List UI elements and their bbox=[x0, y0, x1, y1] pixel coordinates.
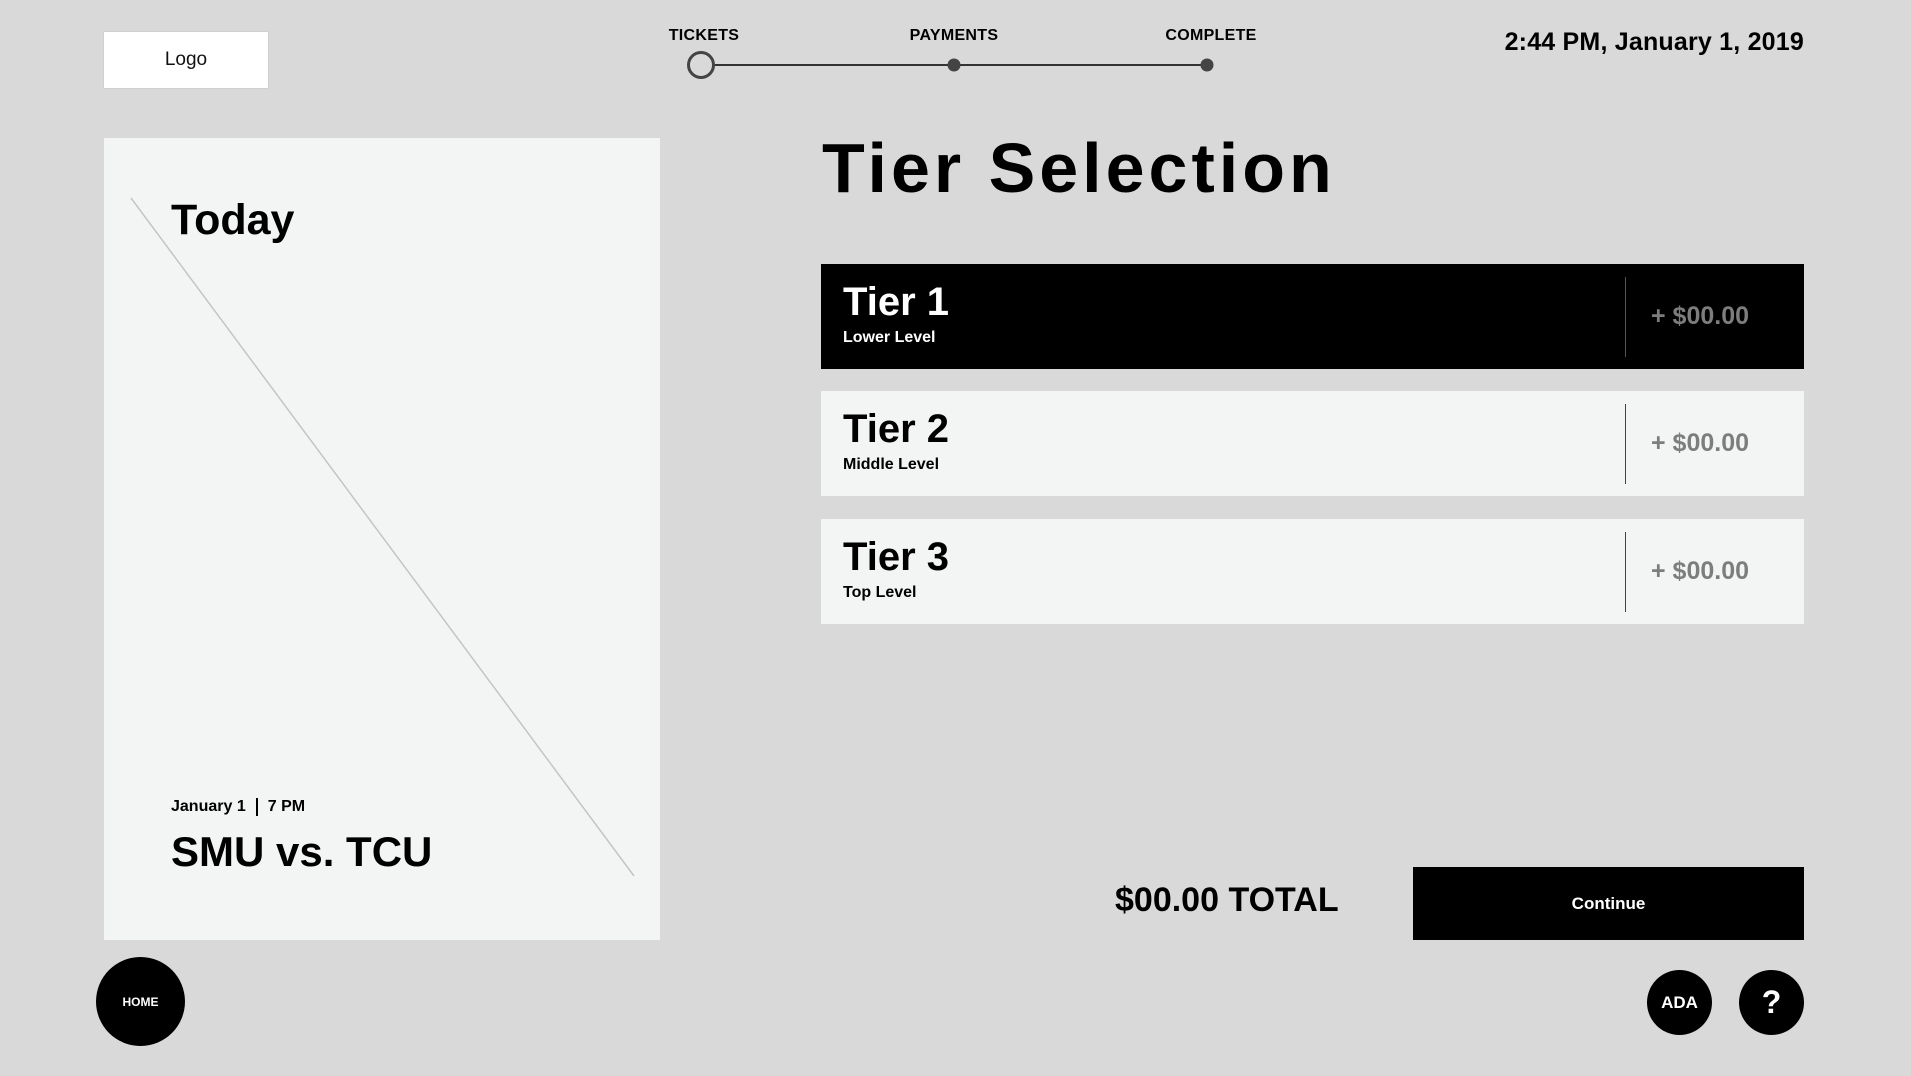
event-card: Today January 1 7 PM SMU vs. TCU bbox=[104, 138, 660, 940]
tier-level: Top Level bbox=[843, 584, 917, 601]
image-placeholder-line bbox=[130, 197, 635, 877]
order-total: $00.00 TOTAL bbox=[1115, 881, 1339, 919]
event-day-label: Today bbox=[171, 196, 295, 244]
tier-option-2[interactable]: Tier 2 Middle Level + $00.00 bbox=[821, 391, 1804, 496]
ada-button[interactable]: ADA bbox=[1647, 970, 1712, 1035]
tier-option-3[interactable]: Tier 3 Top Level + $00.00 bbox=[821, 519, 1804, 624]
step-marker-complete bbox=[1200, 58, 1214, 72]
step-marker-payments bbox=[947, 58, 961, 72]
continue-button[interactable]: Continue bbox=[1413, 867, 1804, 940]
step-label-payments: PAYMENTS bbox=[909, 27, 999, 44]
step-label-complete: COMPLETE bbox=[1165, 27, 1257, 44]
step-marker-tickets bbox=[687, 51, 715, 79]
tier-name: Tier 1 bbox=[843, 280, 949, 324]
home-button[interactable]: HOME bbox=[96, 957, 185, 1046]
tier-name: Tier 2 bbox=[843, 407, 949, 451]
current-datetime: 2:44 PM, January 1, 2019 bbox=[1504, 28, 1804, 56]
help-button[interactable]: ? bbox=[1739, 970, 1804, 1035]
step-label-tickets: TICKETS bbox=[668, 27, 740, 44]
event-meta: January 1 7 PM bbox=[171, 798, 305, 816]
event-date: January 1 bbox=[171, 798, 246, 815]
tier-level: Middle Level bbox=[843, 456, 940, 473]
progress-stepper: TICKETS PAYMENTS COMPLETE bbox=[660, 24, 1260, 94]
event-title: SMU vs. TCU bbox=[171, 828, 433, 875]
tier-divider bbox=[1625, 277, 1626, 357]
tier-level: Lower Level bbox=[843, 329, 936, 346]
event-time: 7 PM bbox=[267, 798, 306, 815]
tier-price: + $00.00 bbox=[1651, 302, 1750, 330]
page-title: Tier Selection bbox=[822, 129, 1336, 207]
tier-price: + $00.00 bbox=[1651, 429, 1750, 457]
meta-separator bbox=[255, 798, 258, 816]
tier-divider bbox=[1625, 404, 1626, 484]
tier-name: Tier 3 bbox=[843, 535, 949, 579]
tier-option-1[interactable]: Tier 1 Lower Level + $00.00 bbox=[821, 264, 1804, 369]
tier-price: + $00.00 bbox=[1651, 557, 1750, 585]
tier-divider bbox=[1625, 532, 1626, 612]
logo: Logo bbox=[103, 31, 269, 89]
